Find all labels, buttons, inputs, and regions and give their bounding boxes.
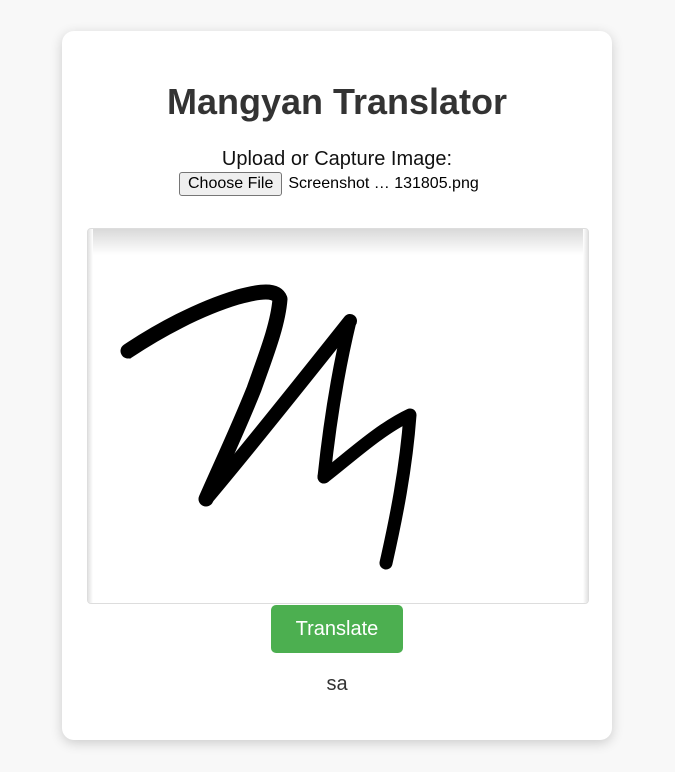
translator-card: Mangyan Translator Upload or Capture Ima… bbox=[62, 31, 612, 740]
selected-file-name: Screenshot … 131805.png bbox=[288, 175, 479, 192]
handwritten-character-image bbox=[120, 284, 417, 570]
translation-result: sa bbox=[326, 673, 348, 695]
page-title: Mangyan Translator bbox=[166, 81, 508, 122]
upload-label: Upload or Capture Image: bbox=[221, 148, 453, 170]
image-preview bbox=[87, 228, 589, 604]
choose-file-button[interactable]: Choose File bbox=[179, 172, 283, 196]
file-input[interactable]: Choose File Screenshot … 131805.png bbox=[179, 171, 479, 197]
translate-button[interactable]: Translate bbox=[271, 605, 403, 653]
